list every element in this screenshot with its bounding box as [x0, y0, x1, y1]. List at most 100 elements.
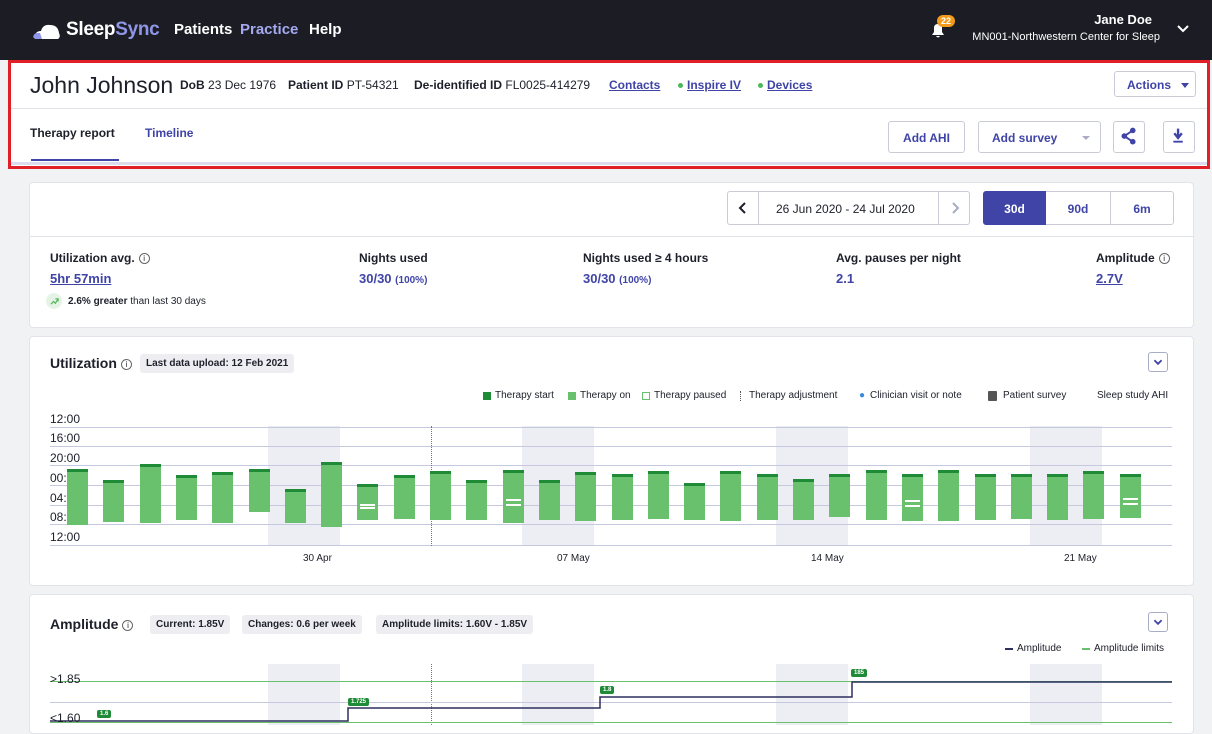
- utilization-bar[interactable]: [502, 470, 524, 523]
- utilization-bar[interactable]: [248, 469, 270, 512]
- utilization-bar[interactable]: [901, 474, 923, 521]
- utilization-bar[interactable]: [1047, 474, 1069, 520]
- utilization-bar[interactable]: [466, 480, 488, 520]
- utilization-avg-value[interactable]: 5hr 57min: [50, 271, 111, 286]
- app-logo[interactable]: SleepSync: [32, 19, 160, 41]
- legend-patient-survey: Patient survey: [988, 390, 1066, 401]
- download-button[interactable]: [1163, 121, 1195, 153]
- utilization-bar[interactable]: [538, 480, 560, 520]
- divider: [29, 236, 1194, 237]
- therapy-start-marker: [1047, 474, 1069, 477]
- add-survey-button[interactable]: Add survey: [978, 121, 1101, 153]
- tab-bar-border: [11, 162, 1207, 165]
- utilization-bar[interactable]: [865, 470, 887, 520]
- utilization-trend: 2.6% greater than last 30 days: [46, 293, 206, 309]
- utilization-bar[interactable]: [284, 489, 306, 523]
- therapy-paused-marker: [904, 505, 920, 507]
- top-navigation-bar: SleepSync Patients Practice Help 22 Jane…: [0, 0, 1212, 60]
- patient-header: John Johnson DoB 23 Dec 1976 Patient ID …: [8, 60, 1210, 169]
- therapy-start-marker: [284, 489, 306, 492]
- utilization-bar[interactable]: [139, 464, 161, 523]
- info-icon[interactable]: i: [138, 253, 150, 264]
- utilization-card: [29, 336, 1194, 586]
- utilization-bar[interactable]: [793, 479, 814, 520]
- actions-dropdown[interactable]: Actions: [1114, 71, 1196, 97]
- therapy-start-marker: [684, 483, 706, 486]
- y-tick-label: >1.85: [50, 672, 81, 686]
- chevron-down-icon[interactable]: [1148, 352, 1168, 372]
- utilization-bar[interactable]: [684, 483, 706, 520]
- utilization-bar[interactable]: [103, 480, 125, 522]
- period-30d-button[interactable]: 30d: [983, 191, 1046, 225]
- utilization-bar[interactable]: [575, 472, 597, 521]
- utilization-bar[interactable]: [647, 471, 669, 519]
- utilization-bar[interactable]: [1119, 474, 1141, 518]
- add-ahi-button[interactable]: Add AHI: [888, 121, 965, 153]
- date-range-text[interactable]: 26 Jun 2020 - 24 Jul 2020: [776, 202, 915, 216]
- utilization-title: Utilization i: [50, 355, 132, 371]
- legend-therapy-adjustment: Therapy adjustment: [740, 390, 837, 401]
- gridline: [50, 465, 1172, 466]
- period-6m-button[interactable]: 6m: [1110, 191, 1174, 225]
- utilization-bar[interactable]: [175, 475, 197, 520]
- tab-timeline[interactable]: Timeline: [145, 126, 193, 140]
- utilization-bar[interactable]: [212, 472, 234, 523]
- therapy-start-marker: [175, 475, 197, 478]
- utilization-bar[interactable]: [321, 462, 343, 527]
- utilization-bar[interactable]: [829, 474, 851, 517]
- therapy-start-marker: [538, 480, 560, 483]
- info-icon[interactable]: i: [120, 359, 132, 370]
- utilization-bar[interactable]: [611, 474, 633, 520]
- share-button[interactable]: [1113, 121, 1145, 153]
- utilization-bar[interactable]: [720, 471, 742, 521]
- utilization-bar[interactable]: [393, 475, 415, 519]
- utilization-bar[interactable]: [756, 474, 778, 520]
- utilization-bar[interactable]: [938, 470, 960, 521]
- patient-deidentified-id: De-identified ID FL0025-414279: [414, 78, 591, 92]
- nav-help[interactable]: Help: [309, 21, 342, 38]
- user-name[interactable]: Jane Doe: [1094, 12, 1152, 27]
- chevron-right-icon[interactable]: [940, 192, 970, 224]
- amplitude-limits-badge: Amplitude limits: 1.60V - 1.85V: [376, 615, 534, 634]
- caret-down-icon: [1181, 83, 1189, 88]
- therapy-start-marker: [103, 480, 125, 483]
- divider: [11, 108, 1207, 109]
- utilization-bar[interactable]: [357, 484, 379, 520]
- y-tick-label: <1.60: [50, 711, 81, 725]
- contacts-link[interactable]: Contacts: [609, 78, 660, 92]
- nav-practice[interactable]: Practice: [240, 21, 298, 38]
- utilization-bar[interactable]: [1010, 474, 1032, 519]
- utilization-bar[interactable]: [430, 471, 451, 520]
- utilization-bar[interactable]: [974, 474, 996, 520]
- tab-therapy-report[interactable]: Therapy report: [30, 126, 115, 140]
- utilization-bar[interactable]: [1083, 471, 1105, 519]
- period-90d-button[interactable]: 90d: [1046, 191, 1111, 225]
- amplitude-stat-value[interactable]: 2.7V: [1096, 271, 1123, 286]
- amplitude-value-tag: 1.8: [600, 686, 615, 694]
- x-tick-label: 07 May: [557, 553, 590, 564]
- info-icon[interactable]: i: [122, 620, 134, 631]
- inspire-iv-link[interactable]: Inspire IV: [678, 78, 741, 92]
- chevron-down-icon[interactable]: [1176, 24, 1190, 34]
- pauses-value: 2.1: [836, 271, 855, 286]
- legend-therapy-paused: Therapy paused: [642, 390, 726, 401]
- patient-dob: DoB 23 Dec 1976: [180, 78, 277, 92]
- nights-used-label: Nights used: [359, 251, 428, 265]
- chevron-down-icon[interactable]: [1148, 612, 1168, 632]
- therapy-start-marker: [393, 475, 415, 478]
- chevron-left-icon[interactable]: [728, 192, 758, 224]
- devices-link[interactable]: Devices: [758, 78, 812, 92]
- utilization-avg-label: Utilization avg. i: [50, 251, 150, 265]
- therapy-paused-marker: [505, 504, 521, 506]
- x-tick-label: 14 May: [811, 553, 844, 564]
- utilization-bar[interactable]: [67, 469, 88, 525]
- nav-patients[interactable]: Patients: [174, 21, 232, 38]
- divider: [938, 192, 939, 224]
- user-organization[interactable]: MN001-Northwestern Center for Sleep: [972, 31, 1160, 43]
- therapy-start-marker: [575, 472, 597, 475]
- amplitude-stat-label: Amplitude i: [1096, 251, 1170, 265]
- clipboard-icon: [988, 390, 997, 401]
- info-icon[interactable]: i: [1158, 253, 1170, 264]
- trend-up-icon: [46, 293, 62, 309]
- y-tick-label: 12:00: [50, 412, 81, 426]
